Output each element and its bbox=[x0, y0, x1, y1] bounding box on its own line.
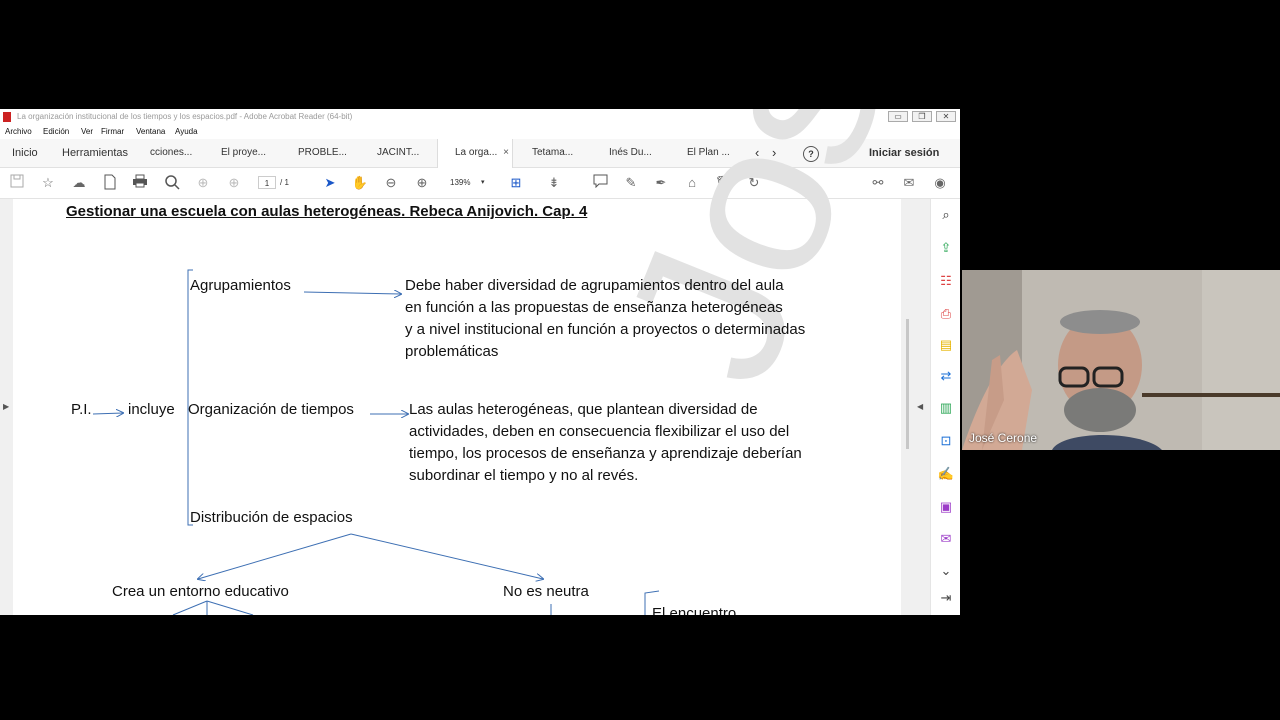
tab-doc-4[interactable]: JACINT... bbox=[377, 139, 433, 167]
tab-doc-2[interactable]: El proye... bbox=[221, 139, 281, 167]
page-count: / 1 bbox=[280, 178, 289, 187]
tab-close-icon[interactable]: × bbox=[503, 139, 509, 167]
menu-ventana[interactable]: Ventana bbox=[136, 127, 165, 136]
zoom-level-select[interactable]: 139% ▾ bbox=[444, 176, 490, 189]
menu-ver[interactable]: Ver bbox=[81, 127, 93, 136]
zoom-tool-icon[interactable]: ⌕ bbox=[937, 206, 955, 224]
search-zoom-icon[interactable] bbox=[163, 174, 181, 192]
create-pdf-side-icon[interactable]: ⎙ bbox=[937, 305, 955, 323]
acrobat-window: La organización institucional de los tie… bbox=[0, 109, 960, 615]
menu-edicion[interactable]: Edición bbox=[43, 127, 69, 136]
vertical-scrollbar[interactable] bbox=[906, 319, 909, 449]
share-user-icon[interactable]: ◉ bbox=[931, 174, 949, 192]
upload-cloud-icon[interactable]: ☁ bbox=[70, 174, 88, 192]
previous-page-icon[interactable]: ⊕ bbox=[194, 174, 212, 192]
print-icon[interactable] bbox=[131, 174, 149, 192]
menu-firmar[interactable]: Firmar bbox=[101, 127, 124, 136]
combine-files-icon[interactable]: ⇄ bbox=[937, 367, 955, 385]
participant-video: José Cerone bbox=[962, 270, 1280, 450]
menu-archivo[interactable]: Archivo bbox=[5, 127, 32, 136]
organize-pages-icon[interactable]: ☷ bbox=[937, 272, 955, 290]
tab-inicio[interactable]: Inicio bbox=[12, 139, 38, 167]
left-panel-toggle-icon[interactable]: ▶ bbox=[3, 402, 9, 411]
collapse-pane-icon[interactable]: ⇥ bbox=[937, 589, 955, 607]
edit-pdf-icon[interactable]: ▥ bbox=[937, 399, 955, 417]
bookmark-star-icon[interactable]: ☆ bbox=[39, 174, 57, 192]
next-page-icon[interactable]: ⊕ bbox=[225, 174, 243, 192]
tab-herramientas[interactable]: Herramientas bbox=[62, 139, 128, 167]
select-cursor-icon[interactable]: ➤ bbox=[321, 174, 339, 192]
scroll-mode-icon[interactable]: ⇟ bbox=[545, 174, 563, 192]
tab-doc-3[interactable]: PROBLE... bbox=[298, 139, 358, 167]
save-icon[interactable] bbox=[8, 174, 26, 192]
fill-sign-icon[interactable]: ✍ bbox=[937, 465, 955, 483]
pdf-page: José Cerone Gestionar una escuela con au… bbox=[13, 109, 960, 615]
fit-page-icon[interactable]: ⊞ bbox=[507, 174, 525, 192]
protect-icon[interactable]: ▣ bbox=[937, 498, 955, 516]
more-tools-chevron-icon[interactable]: ⌄ bbox=[937, 562, 955, 580]
tab-doc-6[interactable]: Tetama... bbox=[532, 139, 592, 167]
close-window-button[interactable]: ✕ bbox=[936, 111, 956, 122]
create-pdf-icon[interactable] bbox=[101, 174, 119, 192]
tools-pane: ⌕ ⇪ ☷ ⎙ ▤ ⇄ ▥ ⊡ ✍ ▣ ✉ ⌄ ⇥ bbox=[930, 199, 960, 615]
scan-ocr-icon[interactable]: ⊡ bbox=[937, 432, 955, 450]
acrobat-logo-icon bbox=[3, 112, 11, 122]
send-for-signature-icon[interactable]: ✉ bbox=[937, 530, 955, 548]
zoom-level-value: 139% bbox=[450, 178, 471, 187]
page-number-input[interactable]: 1 bbox=[258, 176, 276, 189]
zoom-in-icon[interactable]: ⊕ bbox=[413, 174, 431, 192]
tab-doc-1[interactable]: cciones... bbox=[150, 139, 210, 167]
export-pdf-icon[interactable]: ⇪ bbox=[937, 239, 955, 257]
participant-name: José Cerone bbox=[969, 431, 1038, 445]
menu-ayuda[interactable]: Ayuda bbox=[175, 127, 198, 136]
concept-map-lines bbox=[92, 269, 660, 615]
chevron-down-icon: ▾ bbox=[481, 179, 485, 186]
right-panel-toggle-icon[interactable]: ◀ bbox=[917, 402, 923, 411]
comment-side-icon[interactable]: ▤ bbox=[937, 336, 955, 354]
comment-icon[interactable] bbox=[591, 174, 609, 192]
hand-tool-icon[interactable]: ✋ bbox=[351, 174, 369, 192]
zoom-out-icon[interactable]: ⊖ bbox=[382, 174, 400, 192]
window-title: La organización institucional de los tie… bbox=[17, 112, 353, 121]
tab-doc-5-active[interactable]: La orga... × bbox=[437, 139, 513, 168]
document-area[interactable]: José Cerone Gestionar una escuela con au… bbox=[0, 109, 960, 615]
participant-video-frame bbox=[962, 270, 1280, 450]
tab-doc-5-label: La orga... bbox=[455, 147, 498, 158]
